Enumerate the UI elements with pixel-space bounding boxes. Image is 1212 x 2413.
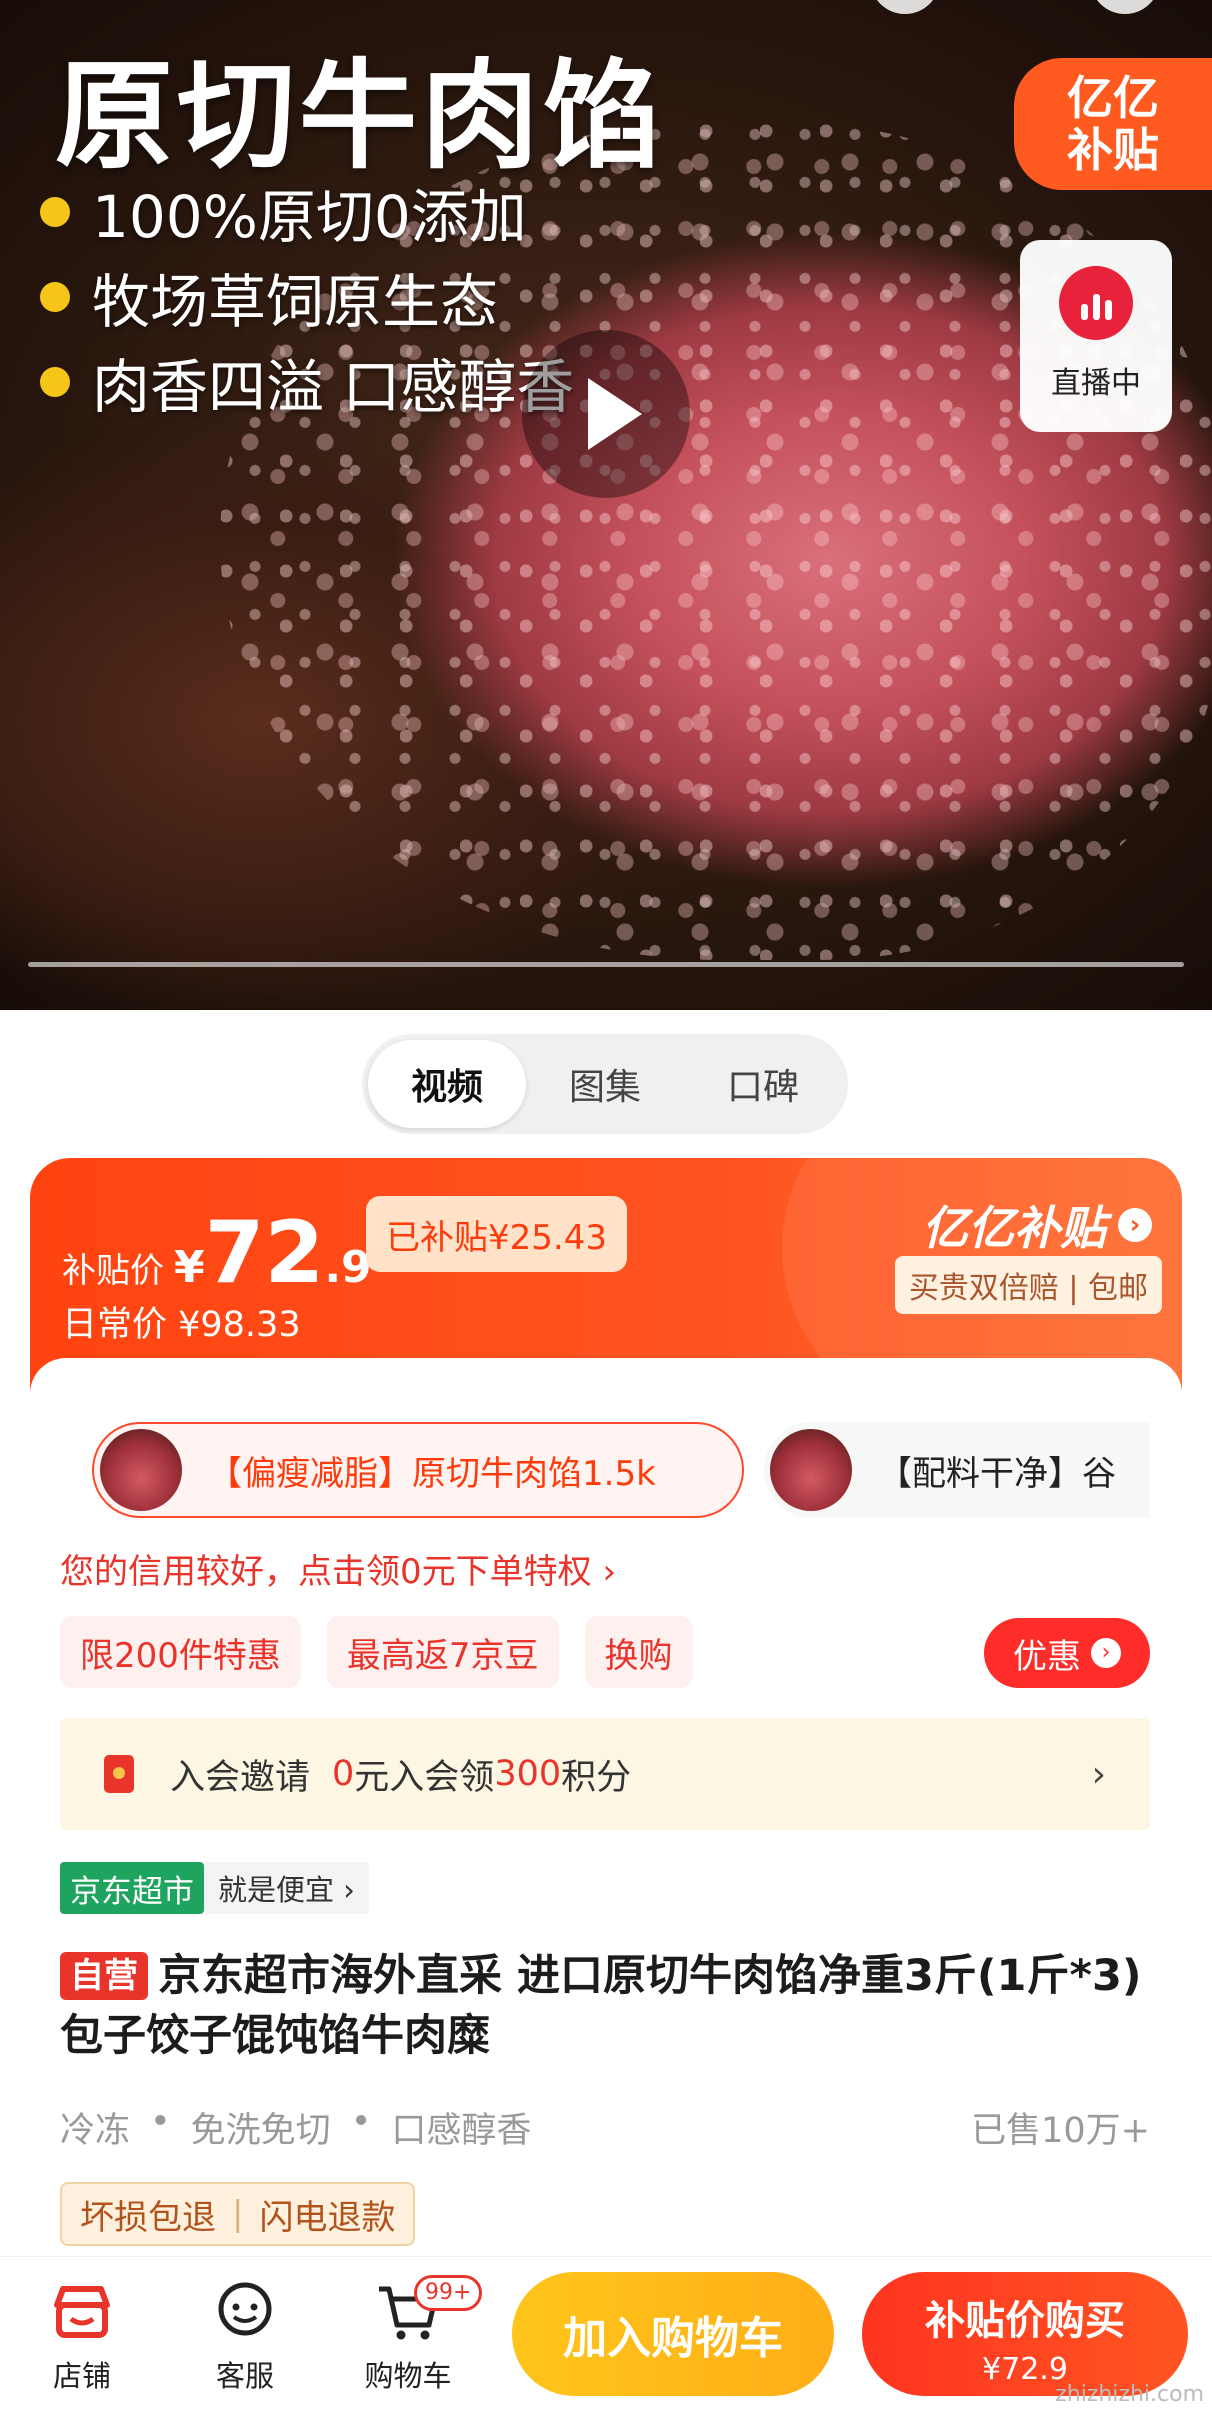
product-title: 自营 京东超市海外直采 进口原切牛肉馅净重3斤(1斤*3) 包子饺子馄饨馅牛肉糜 bbox=[60, 1951, 1142, 2061]
product-media-viewer[interactable]: 原切牛肉馅 100%原切0添加 牧场草饲原生态 肉香四溢 口感醇香 亿亿 补贴 … bbox=[0, 0, 1212, 1010]
sku-thumbnail bbox=[100, 1429, 182, 1511]
subsidy-guarantee: 买贵双倍赔 | 包邮 bbox=[894, 1256, 1162, 1314]
chat-icon bbox=[185, 2279, 305, 2345]
yi-subsidy-badge[interactable]: 亿亿 补贴 bbox=[1014, 58, 1212, 190]
store-badge[interactable]: 京东超市 就是便宜 › bbox=[60, 1862, 369, 1914]
tab-video[interactable]: 视频 bbox=[368, 1040, 526, 1128]
tab-gallery[interactable]: 图集 bbox=[526, 1040, 684, 1128]
add-to-cart-button[interactable]: 加入购物车 bbox=[512, 2272, 834, 2396]
cart-icon: 99+ bbox=[348, 2275, 483, 2345]
red-packet-icon bbox=[104, 1755, 134, 1793]
product-features: 冷冻 • 免洗免切 • 口感醇香 已售10万+ bbox=[60, 2102, 1150, 2151]
sku-option[interactable]: 【配料干净】谷 bbox=[764, 1422, 1150, 1518]
promo-tag[interactable]: 最高返7京豆 bbox=[326, 1616, 559, 1688]
promo-tag[interactable]: 换购 bbox=[584, 1616, 693, 1688]
store-slogan: 就是便宜 › bbox=[204, 1862, 369, 1914]
buy-now-button[interactable]: 补贴价购买 ¥72.9 bbox=[862, 2272, 1188, 2396]
chevron-right-icon: › bbox=[1091, 1753, 1106, 1795]
feature-item: 免洗免切 bbox=[190, 2111, 331, 2151]
more-icon[interactable] bbox=[1090, 0, 1160, 14]
sku-option-selected[interactable]: 【偏瘦减脂】原切牛肉馅1.5k bbox=[92, 1422, 744, 1518]
daily-price: 日常价 ¥98.33 bbox=[62, 1305, 301, 1345]
live-stream-button[interactable]: 直播中 bbox=[1020, 240, 1172, 432]
video-progress-bar[interactable] bbox=[28, 962, 1184, 967]
shop-button[interactable]: 店铺 bbox=[22, 2279, 142, 2395]
jd-supermarket-tag: 京东超市 bbox=[60, 1862, 204, 1914]
hero-bullet: 肉香四溢 口感醇香 bbox=[40, 340, 574, 424]
play-video-button[interactable] bbox=[522, 330, 690, 498]
promo-tag[interactable]: 限200件特惠 bbox=[60, 1616, 301, 1688]
cart-count-badge: 99+ bbox=[414, 2275, 483, 2311]
share-icon[interactable] bbox=[870, 0, 940, 14]
shop-icon bbox=[22, 2279, 142, 2345]
customer-service-button[interactable]: 客服 bbox=[185, 2279, 305, 2395]
cart-button[interactable]: 99+ 购物车 bbox=[348, 2275, 483, 2395]
feature-item: 口感醇香 bbox=[391, 2111, 532, 2151]
watermark: zhizhizhi.com bbox=[1055, 2382, 1204, 2407]
yi-subsidy-link[interactable]: 亿亿补贴 › bbox=[922, 1192, 1152, 1258]
tab-reviews[interactable]: 口碑 bbox=[684, 1040, 842, 1128]
self-operated-tag: 自营 bbox=[60, 1952, 148, 2000]
chevron-right-icon: › bbox=[1091, 1638, 1121, 1668]
credit-offer-link[interactable]: 您的信用较好，点击领0元下单特权 › bbox=[60, 1544, 616, 1593]
media-tab-switcher: 视频 图集 口碑 bbox=[362, 1034, 848, 1134]
live-icon bbox=[1059, 266, 1133, 340]
membership-invite[interactable]: 入会邀请 0 元入会领 300 积分 › bbox=[60, 1718, 1150, 1830]
live-label: 直播中 bbox=[1051, 366, 1141, 401]
sold-count: 已售10万+ bbox=[971, 2111, 1150, 2151]
subsidy-price: 补贴价 ¥ 72 .9 bbox=[62, 1203, 372, 1303]
hero-bullet: 牧场草饲原生态 bbox=[40, 255, 498, 339]
service-guarantees[interactable]: 坏损包退 | 闪电退款 bbox=[60, 2182, 416, 2246]
chevron-right-icon: › bbox=[1118, 1208, 1152, 1242]
hero-title: 原切牛肉馅 bbox=[55, 47, 666, 185]
subsidized-amount-badge: 已补贴¥25.43 bbox=[366, 1196, 627, 1272]
sku-selector: 【偏瘦减脂】原切牛肉馅1.5k 【配料干净】谷 bbox=[64, 1422, 1150, 1518]
sku-thumbnail bbox=[770, 1429, 852, 1511]
discount-button[interactable]: 优惠 › bbox=[984, 1618, 1150, 1688]
promo-tags: 限200件特惠 最高返7京豆 换购 bbox=[60, 1616, 719, 1688]
feature-item: 冷冻 bbox=[60, 2111, 131, 2151]
hero-bullet: 100%原切0添加 bbox=[40, 170, 527, 254]
